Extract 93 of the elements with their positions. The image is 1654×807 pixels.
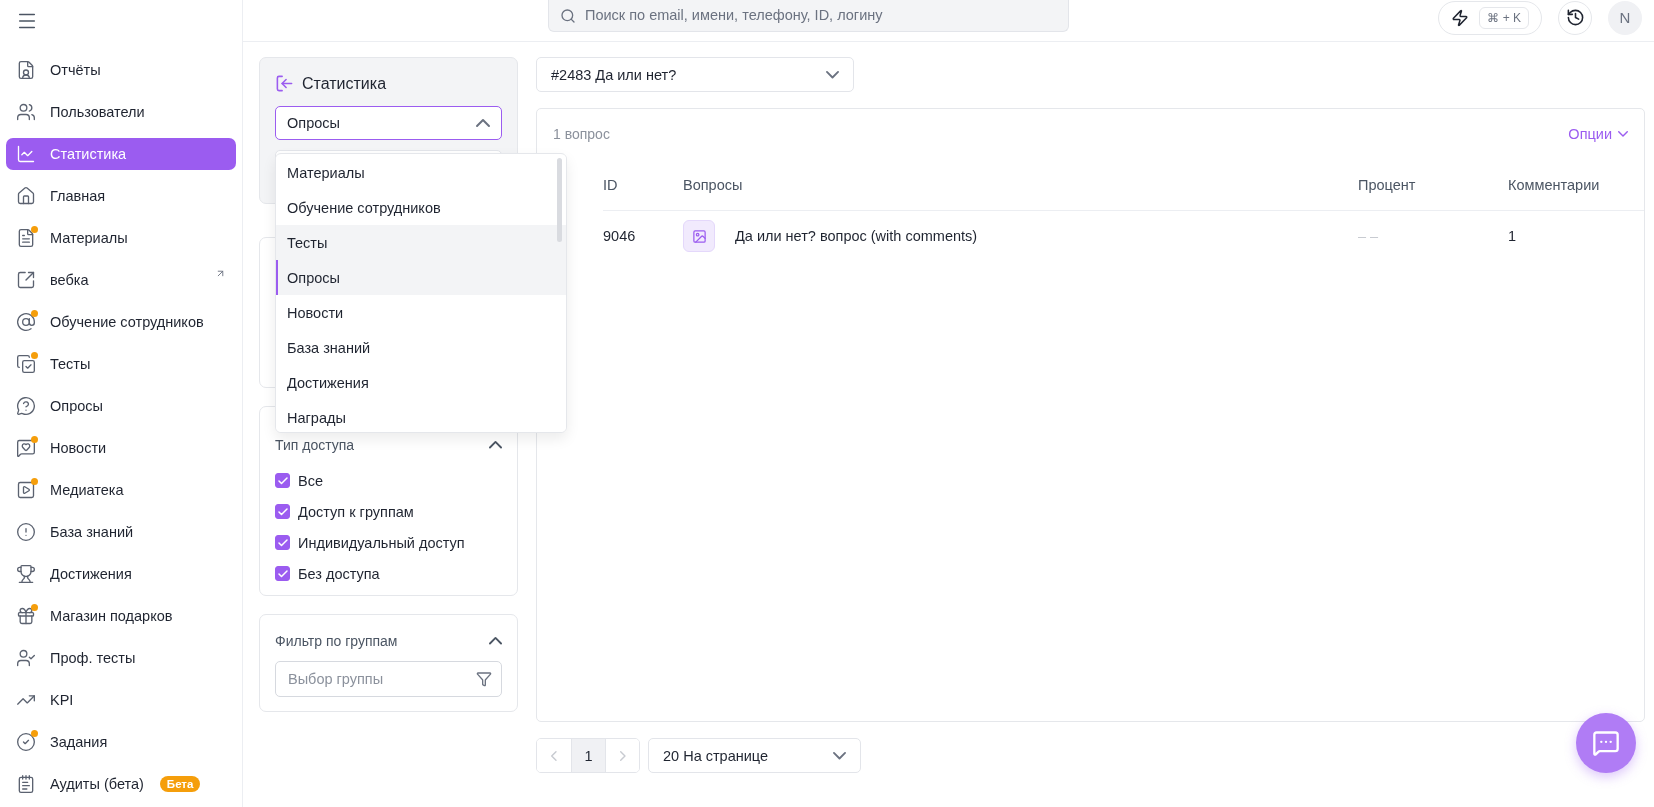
dropdown-option[interactable]: Новости xyxy=(276,295,566,330)
sidebar-item[interactable]: Статистика xyxy=(6,138,236,170)
quiz-select[interactable]: #2483 Да или нет? xyxy=(536,57,854,92)
section-title: Фильтр по группам xyxy=(275,633,398,649)
question-count: 1 вопрос xyxy=(553,126,610,142)
lightning-icon xyxy=(1451,8,1470,27)
dropdown-option[interactable]: Достижения xyxy=(276,365,566,400)
nav-icon xyxy=(16,606,36,626)
checkbox[interactable] xyxy=(275,535,290,550)
dropdown-option[interactable]: База знаний xyxy=(276,330,566,365)
checkbox[interactable] xyxy=(275,566,290,581)
nav-icon xyxy=(16,354,36,374)
nav-icon xyxy=(16,312,36,332)
filter-icon xyxy=(476,671,492,687)
table-cell-text: – – xyxy=(1358,227,1380,246)
search-icon xyxy=(560,7,576,24)
nav-icon xyxy=(16,774,36,794)
chevron-left-icon xyxy=(551,750,557,761)
back-icon[interactable] xyxy=(275,74,294,93)
sidebar-item[interactable]: Главная xyxy=(6,180,236,212)
nav-icon xyxy=(16,60,36,80)
chevron-right-icon xyxy=(619,750,626,761)
scrollbar[interactable] xyxy=(557,158,562,242)
sidebar-item[interactable]: Медиатека xyxy=(6,474,236,506)
nav-icon xyxy=(16,564,36,584)
shortcut-hint: ⌘ + K xyxy=(1479,6,1529,29)
search-field[interactable]: Поиск по email, имени, телефону, ID, логину xyxy=(548,0,1069,32)
checkbox[interactable] xyxy=(275,504,290,519)
dropdown-option[interactable]: Награды xyxy=(276,400,566,432)
sidebar-item[interactable]: Проф. тесты xyxy=(6,642,236,674)
panel-title: Статистика xyxy=(302,74,387,93)
nav-icon xyxy=(16,102,36,122)
sidebar-item[interactable]: Отчёты xyxy=(6,54,236,86)
checkbox-label: Все xyxy=(298,472,323,489)
nav-icon xyxy=(16,228,36,248)
table-cell-text: 1 xyxy=(1508,227,1518,246)
table-cell: Да или нет? вопрос (with comments) xyxy=(735,228,978,244)
options-button[interactable]: Опции xyxy=(1568,126,1628,142)
chevron-up-icon[interactable] xyxy=(489,637,502,645)
beta-badge: Бета xyxy=(159,776,201,792)
dropdown-option[interactable]: Обучение сотрудников xyxy=(276,190,566,225)
chevron-up-icon xyxy=(476,119,490,127)
sidebar-item[interactable]: Обучение сотрудников xyxy=(6,306,236,338)
sidebar-item[interactable]: Пользователи xyxy=(6,96,236,128)
nav-icon xyxy=(16,648,36,668)
chat-icon xyxy=(1592,729,1620,757)
dropdown-option[interactable]: Тесты xyxy=(276,225,566,260)
sidebar-item[interactable]: Тесты xyxy=(6,348,236,380)
sidebar-item[interactable]: Магазин подарков xyxy=(6,600,236,632)
nav-icon xyxy=(16,396,36,416)
nav-icon xyxy=(16,144,36,164)
chevron-down-icon xyxy=(826,70,839,79)
nav-icon xyxy=(16,480,36,500)
sidebar-item[interactable]: Достижения xyxy=(6,558,236,590)
nav-icon xyxy=(16,522,36,542)
sidebar-item[interactable]: Задания xyxy=(6,726,236,758)
page-size-select[interactable]: 20 На странице xyxy=(648,738,861,773)
nav-icon xyxy=(16,438,36,458)
image-icon xyxy=(683,220,715,252)
checkbox-label: Доступ к группам xyxy=(298,503,414,520)
nav-icon xyxy=(16,186,36,206)
group-select-field[interactable]: Выбор группы xyxy=(275,661,502,697)
history-icon xyxy=(1565,8,1585,27)
page-button[interactable]: 1 xyxy=(571,739,605,772)
column-header: Процент xyxy=(1358,159,1508,211)
sidebar-item[interactable]: KPI xyxy=(6,684,236,716)
chevron-up-icon[interactable] xyxy=(489,441,502,449)
chat-button[interactable] xyxy=(1576,713,1636,773)
table-cell-text: 9046 xyxy=(603,227,637,246)
nav-icon xyxy=(16,270,36,290)
history-button[interactable] xyxy=(1558,0,1592,35)
chevron-down-icon xyxy=(833,751,846,760)
checkbox-label: Индивидуальный доступ xyxy=(298,534,465,551)
quick-actions-button[interactable]: ⌘ + K xyxy=(1438,0,1542,35)
sidebar-item[interactable]: Аудиты (бета) Бета xyxy=(6,768,236,800)
sidebar-item[interactable]: База знаний xyxy=(6,516,236,548)
sidebar-item[interactable]: Опросы xyxy=(6,390,236,422)
nav-icon xyxy=(16,732,36,752)
sidebar-item[interactable]: вебка xyxy=(6,264,236,296)
section-select[interactable]: Опросы xyxy=(275,106,502,140)
column-header: Комментарии xyxy=(1508,159,1644,211)
avatar[interactable]: N xyxy=(1608,0,1642,35)
chevron-down-icon xyxy=(1618,131,1628,137)
external-link-icon xyxy=(215,268,226,279)
checkbox-label: Без доступа xyxy=(298,565,380,582)
dropdown-option[interactable]: Материалы xyxy=(276,155,566,190)
section-title: Тип доступа xyxy=(275,437,355,453)
dropdown-option[interactable]: Опросы xyxy=(276,260,566,295)
checkbox[interactable] xyxy=(275,473,290,488)
column-header: Вопросы xyxy=(683,159,1358,211)
column-header: ID xyxy=(603,159,683,211)
sidebar-item[interactable]: Материалы xyxy=(6,222,236,254)
sidebar-item[interactable]: Новости xyxy=(6,432,236,464)
